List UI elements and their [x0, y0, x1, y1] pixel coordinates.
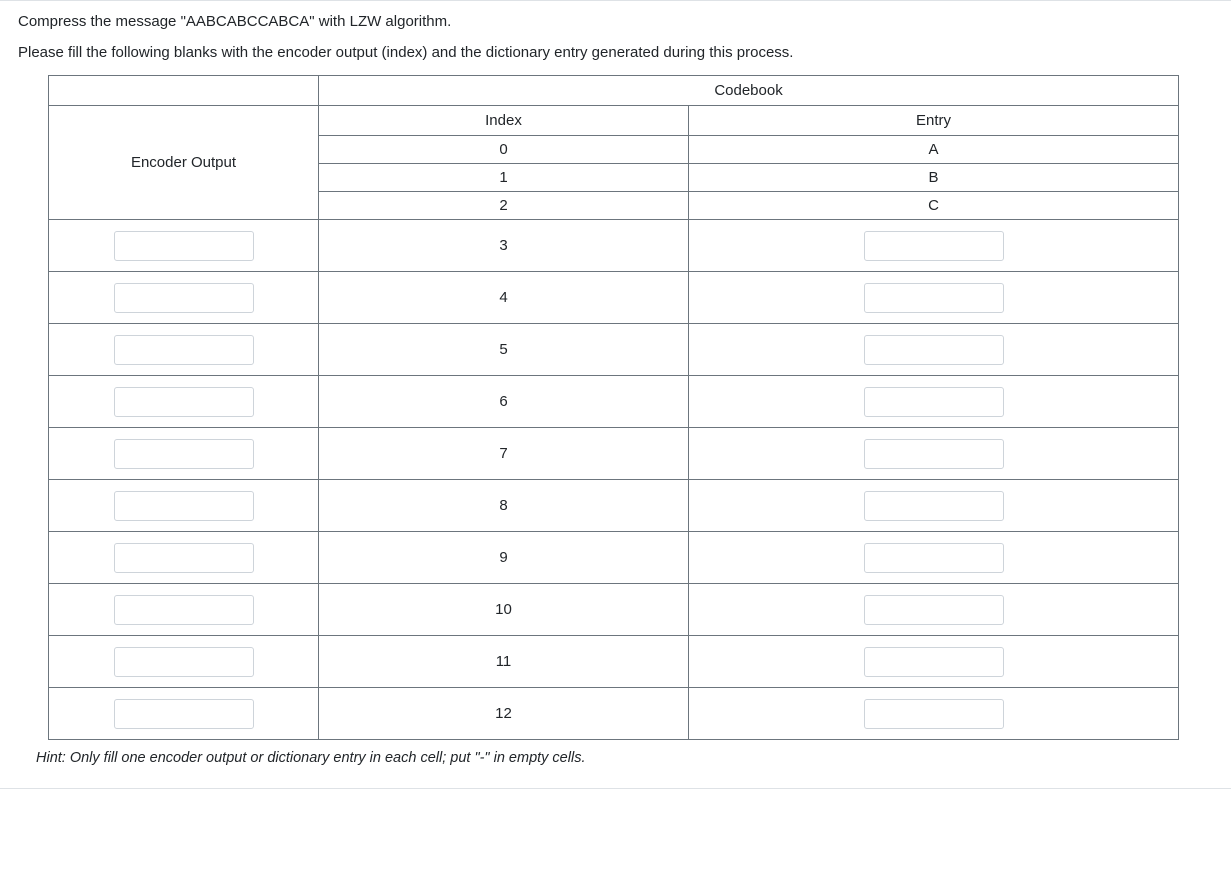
table-input-row: 11 — [49, 636, 1179, 688]
table-subheader-row: Encoder Output Index Entry — [49, 106, 1179, 136]
index-cell: 2 — [319, 192, 689, 220]
question-text: Compress the message "AABCABCCABCA" with… — [18, 13, 1213, 61]
encoder-output-cell — [49, 376, 319, 428]
encoder-output-input[interactable] — [114, 491, 254, 521]
index-cell: 4 — [319, 272, 689, 324]
encoder-output-input[interactable] — [114, 647, 254, 677]
table-input-row: 6 — [49, 376, 1179, 428]
index-cell: 10 — [319, 584, 689, 636]
entry-input[interactable] — [864, 595, 1004, 625]
entry-cell — [689, 324, 1179, 376]
index-cell: 0 — [319, 136, 689, 164]
encoder-output-cell — [49, 584, 319, 636]
entry-input[interactable] — [864, 231, 1004, 261]
table-input-row: 12 — [49, 688, 1179, 740]
blank-header-cell — [49, 76, 319, 106]
entry-input[interactable] — [864, 543, 1004, 573]
codebook-header: Codebook — [319, 76, 1179, 106]
entry-input[interactable] — [864, 283, 1004, 313]
encoder-output-input[interactable] — [114, 283, 254, 313]
entry-cell: B — [689, 164, 1179, 192]
entry-cell — [689, 532, 1179, 584]
encoder-output-header: Encoder Output — [49, 106, 319, 220]
entry-input[interactable] — [864, 335, 1004, 365]
table-input-row: 10 — [49, 584, 1179, 636]
encoder-output-cell — [49, 532, 319, 584]
entry-header: Entry — [689, 106, 1179, 136]
encoder-output-cell — [49, 272, 319, 324]
entry-input[interactable] — [864, 491, 1004, 521]
entry-cell — [689, 584, 1179, 636]
table-input-row: 7 — [49, 428, 1179, 480]
lzw-table: Codebook Encoder Output Index Entry 0 A … — [48, 75, 1179, 740]
encoder-output-cell — [49, 428, 319, 480]
entry-cell — [689, 480, 1179, 532]
encoder-output-cell — [49, 324, 319, 376]
table-header-row: Codebook — [49, 76, 1179, 106]
index-cell: 9 — [319, 532, 689, 584]
entry-cell — [689, 376, 1179, 428]
index-cell: 5 — [319, 324, 689, 376]
question-line-1: Compress the message "AABCABCCABCA" with… — [18, 13, 1213, 30]
index-cell: 8 — [319, 480, 689, 532]
entry-input[interactable] — [864, 387, 1004, 417]
encoder-output-input[interactable] — [114, 387, 254, 417]
encoder-output-input[interactable] — [114, 335, 254, 365]
question-content: Compress the message "AABCABCCABCA" with… — [0, 1, 1231, 788]
table-input-row: 9 — [49, 532, 1179, 584]
entry-cell — [689, 636, 1179, 688]
entry-cell: C — [689, 192, 1179, 220]
encoder-output-input[interactable] — [114, 699, 254, 729]
question-container: Compress the message "AABCABCCABCA" with… — [0, 0, 1231, 789]
hint-text: Hint: Only fill one encoder output or di… — [36, 750, 1213, 766]
index-cell: 11 — [319, 636, 689, 688]
encoder-output-cell — [49, 688, 319, 740]
index-cell: 7 — [319, 428, 689, 480]
table-input-row: 8 — [49, 480, 1179, 532]
index-cell: 1 — [319, 164, 689, 192]
entry-cell: A — [689, 136, 1179, 164]
entry-cell — [689, 428, 1179, 480]
entry-input[interactable] — [864, 647, 1004, 677]
entry-input[interactable] — [864, 439, 1004, 469]
encoder-output-cell — [49, 480, 319, 532]
encoder-output-cell — [49, 220, 319, 272]
entry-cell — [689, 220, 1179, 272]
table-input-row: 3 — [49, 220, 1179, 272]
entry-cell — [689, 688, 1179, 740]
encoder-output-input[interactable] — [114, 595, 254, 625]
entry-input[interactable] — [864, 699, 1004, 729]
index-cell: 6 — [319, 376, 689, 428]
encoder-output-input[interactable] — [114, 543, 254, 573]
question-line-2: Please fill the following blanks with th… — [18, 44, 1213, 61]
index-cell: 3 — [319, 220, 689, 272]
table-input-row: 5 — [49, 324, 1179, 376]
index-header: Index — [319, 106, 689, 136]
index-cell: 12 — [319, 688, 689, 740]
encoder-output-input[interactable] — [114, 231, 254, 261]
encoder-output-input[interactable] — [114, 439, 254, 469]
table-input-row: 4 — [49, 272, 1179, 324]
encoder-output-cell — [49, 636, 319, 688]
entry-cell — [689, 272, 1179, 324]
